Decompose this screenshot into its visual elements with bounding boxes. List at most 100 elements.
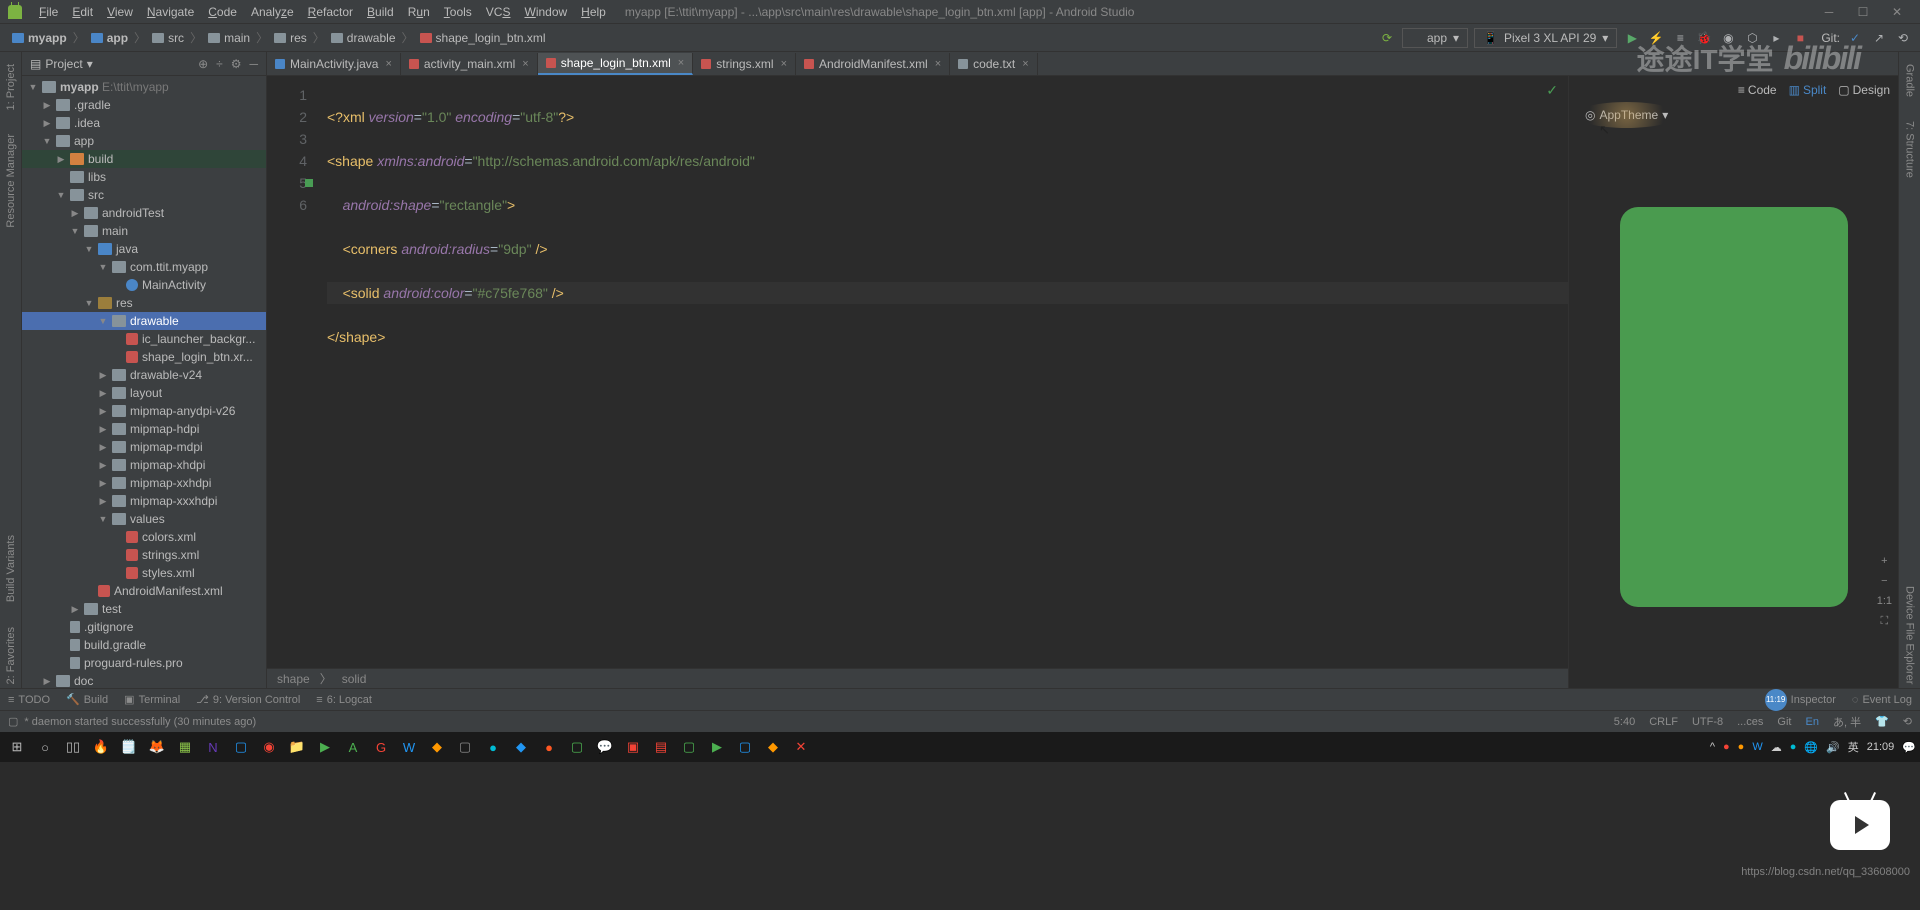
gutter-device-explorer[interactable]: Device File Explorer — [1904, 582, 1916, 688]
crumb-src[interactable]: src — [148, 31, 188, 45]
menu-edit[interactable]: Edit — [65, 5, 100, 19]
ime-indicator[interactable]: En — [1805, 716, 1818, 728]
editor-tab-androidmanifest-xml[interactable]: AndroidManifest.xml× — [796, 53, 950, 75]
tree-row-layout[interactable]: layout — [22, 384, 266, 402]
menu-window[interactable]: Window — [517, 5, 574, 19]
tree-row-src[interactable]: src — [22, 186, 266, 204]
app-3[interactable]: 🦊 — [144, 734, 170, 760]
app-5[interactable]: N — [200, 734, 226, 760]
app-2[interactable]: 🗒️ — [116, 734, 142, 760]
gutter-structure[interactable]: 7: Structure — [1904, 117, 1916, 182]
tree-row-ic-launcher-backgr---[interactable]: ic_launcher_backgr... — [22, 330, 266, 348]
menu-vcs[interactable]: VCS — [479, 5, 518, 19]
tab-close-icon[interactable]: × — [781, 58, 787, 70]
tool-event-log[interactable]: ◌ Event Log — [1852, 689, 1912, 711]
collapse-icon[interactable]: ÷ — [216, 57, 223, 71]
app-15[interactable]: ● — [480, 734, 506, 760]
tree-row-res[interactable]: res — [22, 294, 266, 312]
bilibili-tv-icon[interactable] — [1830, 800, 1890, 850]
tree-row-colors-xml[interactable]: colors.xml — [22, 528, 266, 546]
app-6[interactable]: ▢ — [228, 734, 254, 760]
code-editor[interactable]: <?xml version="1.0" encoding="utf-8"?> <… — [317, 76, 1568, 668]
zoom-label[interactable]: 1:1 — [1877, 595, 1892, 607]
menu-run[interactable]: Run — [401, 5, 437, 19]
app-20[interactable]: ▣ — [620, 734, 646, 760]
crumb-solid[interactable]: solid — [342, 672, 367, 686]
tree-row-proguard-rules-pro[interactable]: proguard-rules.pro — [22, 654, 266, 672]
app-21[interactable]: ▤ — [648, 734, 674, 760]
crumb-file[interactable]: shape_login_btn.xml — [416, 31, 550, 45]
run-config-dropdown[interactable]: app▾ — [1402, 28, 1468, 48]
tray-notification-icon[interactable]: 💬 — [1902, 741, 1916, 754]
tool-logcat[interactable]: ≡ 6: Logcat — [316, 694, 372, 706]
tree-row-strings-xml[interactable]: strings.xml — [22, 546, 266, 564]
attach-icon[interactable]: ⬡ — [1743, 29, 1761, 47]
gutter-gradle[interactable]: Gradle — [1904, 60, 1916, 101]
zoom-in-button[interactable]: + — [1877, 555, 1892, 567]
tree-row-mipmap-hdpi[interactable]: mipmap-hdpi — [22, 420, 266, 438]
minimize-button[interactable]: ─ — [1814, 3, 1844, 21]
close-button[interactable]: ✕ — [1882, 3, 1912, 21]
line-separator[interactable]: CRLF — [1649, 716, 1678, 728]
app-16[interactable]: ◆ — [508, 734, 534, 760]
tree-row--gitignore[interactable]: .gitignore — [22, 618, 266, 636]
tree-row-myapp[interactable]: myapp E:\ttit\myapp — [22, 78, 266, 96]
caret-position[interactable]: 5:40 — [1614, 716, 1635, 728]
tree-row-mipmap-xxxhdpi[interactable]: mipmap-xxxhdpi — [22, 492, 266, 510]
tray-network-icon[interactable]: 🌐 — [1804, 741, 1818, 754]
zoom-fit-button[interactable]: ⛶ — [1877, 615, 1892, 628]
menu-build[interactable]: Build — [360, 5, 401, 19]
tray-icon-4[interactable]: W — [1752, 741, 1762, 753]
tab-close-icon[interactable]: × — [678, 57, 684, 69]
menu-refactor[interactable]: Refactor — [301, 5, 360, 19]
tray-icon-2[interactable]: ● — [1723, 741, 1730, 753]
tree-row-styles-xml[interactable]: styles.xml — [22, 564, 266, 582]
crumb-shape[interactable]: shape — [277, 672, 310, 686]
tree-row-mipmap-mdpi[interactable]: mipmap-mdpi — [22, 438, 266, 456]
gutter-project[interactable]: 1: Project — [5, 60, 17, 114]
profile-icon[interactable]: ◉ — [1719, 29, 1737, 47]
git-history-icon[interactable]: ⟲ — [1894, 29, 1912, 47]
app-13[interactable]: ◆ — [424, 734, 450, 760]
tray-icon-5[interactable]: ☁ — [1771, 741, 1782, 754]
apply-code-icon[interactable]: ≡ — [1671, 29, 1689, 47]
run-button[interactable]: ▶ — [1623, 29, 1641, 47]
tool-todo[interactable]: ≡ TODO — [8, 694, 50, 706]
app-23[interactable]: ▶ — [704, 734, 730, 760]
tool-build[interactable]: 🔨 Build — [66, 693, 108, 706]
tree-row-libs[interactable]: libs — [22, 168, 266, 186]
tool-terminal[interactable]: ▣ Terminal — [124, 693, 180, 706]
tree-row-java[interactable]: java — [22, 240, 266, 258]
hide-icon[interactable]: ─ — [249, 57, 258, 71]
editor-tab-activity-main-xml[interactable]: activity_main.xml× — [401, 53, 538, 75]
app-1[interactable]: 🔥 — [88, 734, 114, 760]
file-encoding[interactable]: UTF-8 — [1692, 716, 1723, 728]
tree-row-build-gradle[interactable]: build.gradle — [22, 636, 266, 654]
tree-row-androidmanifest-xml[interactable]: AndroidManifest.xml — [22, 582, 266, 600]
app-22[interactable]: ▢ — [676, 734, 702, 760]
tool-inspector[interactable]: 11:19 Inspector — [1765, 689, 1836, 711]
panel-title[interactable]: ▤Project▾ — [30, 57, 198, 71]
tree-row-main[interactable]: main — [22, 222, 266, 240]
gutter-favorites[interactable]: 2: Favorites — [5, 623, 17, 688]
menu-analyze[interactable]: Analyze — [244, 5, 301, 19]
memory-indicator[interactable]: 👕 — [1875, 715, 1889, 728]
tool-version-control[interactable]: ⎇ 9: Version Control — [196, 693, 300, 706]
tree-row--idea[interactable]: .idea — [22, 114, 266, 132]
tray-ime-icon[interactable]: 英 — [1848, 739, 1859, 755]
tab-close-icon[interactable]: × — [935, 58, 941, 70]
task-view-button[interactable]: ▯▯ — [60, 734, 86, 760]
tree-row-build[interactable]: build — [22, 150, 266, 168]
app-9[interactable]: ▶ — [312, 734, 338, 760]
view-mode-design[interactable]: ▢ Design — [1838, 83, 1890, 97]
crumb-drawable[interactable]: drawable — [327, 31, 400, 45]
menu-tools[interactable]: Tools — [437, 5, 479, 19]
app-24[interactable]: ▢ — [732, 734, 758, 760]
tree-row-com-ttit-myapp[interactable]: com.ttit.myapp — [22, 258, 266, 276]
view-mode-split[interactable]: ▥ Split — [1789, 83, 1827, 97]
app-7[interactable]: ◉ — [256, 734, 282, 760]
view-mode-code[interactable]: ≡ Code — [1738, 83, 1777, 97]
coverage-icon[interactable]: ▸ — [1767, 29, 1785, 47]
tree-row-androidtest[interactable]: androidTest — [22, 204, 266, 222]
tree-row-mipmap-xhdpi[interactable]: mipmap-xhdpi — [22, 456, 266, 474]
